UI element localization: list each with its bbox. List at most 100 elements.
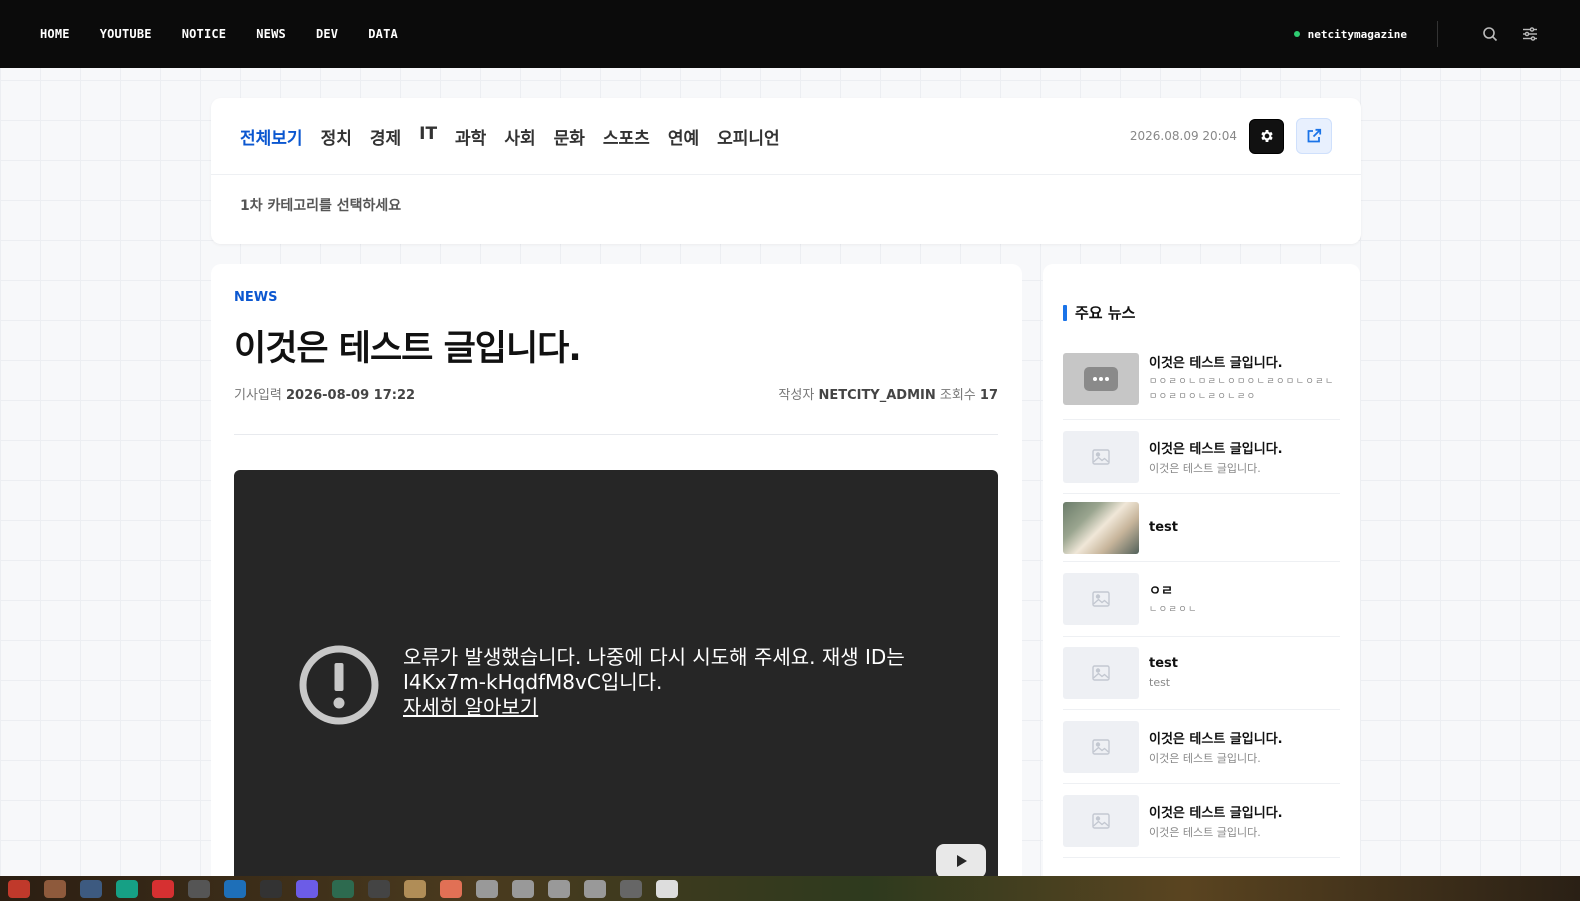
error-line-2: I4Kx7m-kHqdfM8vC입니다.: [403, 670, 663, 694]
news-photo-thumbnail: [1063, 501, 1139, 554]
category-hint: 1차 카테고리를 선택하세요: [240, 198, 402, 214]
learn-more-link[interactable]: 자세히 알아보기: [403, 695, 538, 720]
nav-data[interactable]: DATA: [368, 27, 398, 41]
tab-culture[interactable]: 문화: [554, 124, 585, 149]
tab-economy[interactable]: 경제: [370, 124, 401, 149]
list-item[interactable]: 이것은 테스트 글입니다. 이것은 테스트 글입니다.: [1063, 710, 1340, 784]
category-actions: 2026.08.09 20:04: [1130, 118, 1332, 154]
news-title: 이것은 테스트 글입니다.: [1149, 356, 1283, 371]
tab-society[interactable]: 사회: [504, 124, 535, 149]
taskbar-gear-icon[interactable]: [548, 879, 570, 898]
author-name: NETCITY_ADMIN: [818, 388, 936, 403]
tab-science[interactable]: 과학: [455, 124, 486, 149]
taskbar-doc-icon[interactable]: [656, 879, 678, 898]
sliders-icon[interactable]: [1520, 24, 1540, 44]
taskbar-browser-icon[interactable]: [116, 879, 138, 898]
tab-all[interactable]: 전체보기: [240, 124, 303, 149]
taskbar-gear-icon[interactable]: [476, 879, 498, 898]
nav-news[interactable]: NEWS: [256, 27, 286, 41]
error-line-1: 오류가 발생했습니다. 나중에 다시 시도해 주세요. 재생 ID는: [403, 645, 905, 669]
nav-home[interactable]: HOME: [40, 27, 70, 41]
article-input-date: 기사입력 2026-08-09 17:22: [234, 384, 415, 403]
chat-bubble-icon: [1084, 366, 1118, 391]
author-label: 작성자: [778, 388, 815, 403]
news-summary: 이것은 테스트 글입니다.: [1149, 461, 1261, 475]
news-text: 이것은 테스트 글입니다. 이것은 테스트 글입니다.: [1149, 728, 1340, 766]
search-icon[interactable]: [1480, 24, 1500, 44]
tab-it[interactable]: IT: [419, 124, 437, 149]
heading-accent-bar: [1063, 304, 1067, 321]
external-link-icon: [1307, 128, 1322, 143]
news-text: 이것은 테스트 글입니다. ㅁㅇㄹㅇㄴㅁㄹㄴㅇㅁㅇㄴㄹㅇㅁㄴㅇㄹㄴㅁㅇㄹㅁㅇㄴㄹ…: [1149, 352, 1340, 405]
article-divider: [234, 434, 998, 435]
list-item[interactable]: 이것은 테스트 글입니다. 이것은 테스트 글입니다.: [1063, 784, 1340, 858]
input-date-value: 2026-08-09 17:22: [285, 388, 416, 403]
news-thumbnail: [1063, 573, 1139, 625]
taskbar-app-icon[interactable]: [440, 879, 462, 898]
news-thumbnail: [1063, 647, 1139, 699]
news-thumbnail: [1063, 794, 1139, 847]
category-row: 전체보기 정치 경제 IT 과학 사회 문화 스포츠 연예 오피니언 2026.…: [211, 98, 1361, 175]
os-taskbar: [0, 876, 1580, 901]
taskbar-app-icon[interactable]: [260, 879, 282, 898]
taskbar-app-icon[interactable]: [368, 879, 390, 898]
list-item[interactable]: 이것은 테스트 글입니다. ㅁㅇㄹㅇㄴㅁㄹㄴㅇㅁㅇㄴㄹㅇㅁㄴㅇㄹㄴㅁㅇㄹㅁㅇㄴㄹ…: [1063, 338, 1340, 420]
video-error-message: 오류가 발생했습니다. 나중에 다시 시도해 주세요. 재생 ID는 I4Kx7…: [403, 645, 943, 720]
news-summary: 이것은 테스트 글입니다.: [1149, 825, 1261, 839]
image-placeholder-icon: [1092, 448, 1110, 465]
image-placeholder-icon: [1092, 591, 1110, 607]
taskbar-terminal-icon[interactable]: [188, 879, 210, 898]
taskbar-app-icon[interactable]: [404, 879, 426, 898]
news-thumbnail: [1063, 720, 1139, 773]
youtube-play-button[interactable]: [936, 844, 986, 878]
news-summary: 이것은 테스트 글입니다.: [1149, 751, 1261, 765]
news-text: test: [1149, 520, 1340, 535]
news-title: test: [1149, 656, 1178, 671]
news-text: ㅇㄹ ㄴㅇㄹㅇㄴ: [1149, 580, 1340, 618]
tab-sports[interactable]: 스포츠: [603, 124, 650, 149]
list-item[interactable]: 이것은 테스트 글입니다. 이것은 테스트 글입니다.: [1063, 420, 1340, 494]
taskbar-app-icon[interactable]: [152, 879, 174, 898]
list-item[interactable]: test test: [1063, 637, 1340, 710]
article-category-label[interactable]: NEWS: [234, 290, 277, 305]
taskbar-gear-icon[interactable]: [512, 879, 534, 898]
news-thumbnail: [1063, 430, 1139, 483]
tab-politics[interactable]: 정치: [321, 124, 352, 149]
nav-notice[interactable]: NOTICE: [182, 27, 227, 41]
gear-icon: [1260, 130, 1273, 142]
taskbar-store-icon[interactable]: [80, 879, 102, 898]
main-nav: HOME YOUTUBE NOTICE NEWS DEV DATA: [40, 27, 398, 41]
taskbar-folder-icon[interactable]: [44, 879, 66, 898]
site-name[interactable]: netcitymagazine: [1308, 28, 1407, 41]
youtube-embed[interactable]: 오류가 발생했습니다. 나중에 다시 시도해 주세요. 재생 ID는 I4Kx7…: [234, 470, 998, 884]
sidebar-heading: 주요 뉴스: [1063, 302, 1135, 323]
nav-dev[interactable]: DEV: [316, 27, 338, 41]
image-placeholder-icon: [1092, 812, 1110, 829]
nav-youtube[interactable]: YOUTUBE: [100, 27, 152, 41]
sidebar-heading-text: 주요 뉴스: [1075, 304, 1136, 322]
article-author-views: 작성자 NETCITY_ADMIN 조회수 17: [778, 384, 998, 403]
image-placeholder-icon: [1092, 665, 1110, 681]
taskbar-app-icon[interactable]: [8, 879, 30, 898]
news-title: 이것은 테스트 글입니다.: [1149, 731, 1283, 747]
news-title: 이것은 테스트 글입니다.: [1149, 805, 1283, 821]
video-error: 오류가 발생했습니다. 나중에 다시 시도해 주세요. 재생 ID는 I4Kx7…: [299, 645, 943, 725]
tab-entertainment[interactable]: 연예: [668, 124, 699, 149]
taskbar-app-icon[interactable]: [296, 879, 318, 898]
list-item[interactable]: ㅇㄹ ㄴㅇㄹㅇㄴ: [1063, 562, 1340, 637]
error-exclamation-icon: [299, 645, 379, 725]
taskbar-app-icon[interactable]: [332, 879, 354, 898]
taskbar-code-icon[interactable]: [224, 879, 246, 898]
taskbar-gear-icon[interactable]: [584, 879, 606, 898]
article-card: NEWS 이것은 테스트 글입니다. 기사입력 2026-08-09 17:22…: [211, 264, 1022, 884]
news-title: ㅇㄹ: [1149, 584, 1173, 599]
open-external-button[interactable]: [1296, 118, 1332, 154]
settings-button[interactable]: [1249, 118, 1284, 154]
list-item[interactable]: test: [1063, 494, 1340, 562]
nav-divider: [1437, 21, 1438, 47]
category-card: 전체보기 정치 경제 IT 과학 사회 문화 스포츠 연예 오피니언 2026.…: [211, 98, 1361, 244]
play-icon: [957, 855, 967, 867]
tab-opinion[interactable]: 오피니언: [717, 124, 780, 149]
taskbar-app-icon[interactable]: [620, 879, 642, 898]
views-label: 조회수: [939, 388, 976, 403]
